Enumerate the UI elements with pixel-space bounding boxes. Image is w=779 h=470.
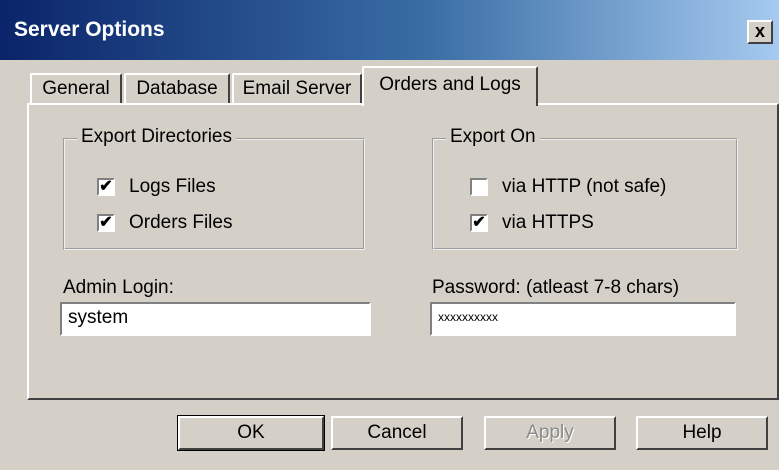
password-input[interactable]: xxxxxxxxxx [430, 302, 736, 336]
logs-files-label: Logs Files [129, 176, 216, 197]
export-on-title: Export On [446, 126, 540, 148]
admin-login-input[interactable]: system [60, 302, 371, 336]
password-label: Password: (atleast 7-8 chars) [432, 277, 680, 298]
tab-email-server[interactable]: Email Server [232, 73, 362, 103]
tab-orders-and-logs-label: Orders and Logs [379, 74, 521, 95]
close-button[interactable]: x [747, 20, 773, 44]
tab-email-server-label: Email Server [242, 78, 352, 99]
ok-button-label: OK [237, 422, 265, 443]
via-http-checkbox[interactable] [470, 178, 488, 196]
export-directories-title: Export Directories [77, 126, 236, 148]
tab-general-label: General [42, 78, 110, 99]
help-button-label: Help [682, 422, 722, 443]
title-bar: Server Options x [0, 0, 779, 60]
help-button[interactable]: Help [636, 416, 768, 450]
tab-general[interactable]: General [30, 73, 122, 103]
cancel-button[interactable]: Cancel [331, 416, 463, 450]
tab-panel-orders-and-logs: Export Directories ✔ Logs Files ✔ Orders… [27, 103, 779, 400]
window-title: Server Options [14, 18, 165, 41]
via-https-label: via HTTPS [502, 212, 594, 233]
tab-orders-and-logs[interactable]: Orders and Logs [362, 66, 538, 106]
cancel-button-label: Cancel [367, 422, 427, 443]
apply-button[interactable]: Apply [484, 416, 616, 450]
admin-login-label: Admin Login: [63, 277, 174, 298]
via-https-checkbox[interactable]: ✔ [470, 214, 488, 232]
orders-files-label: Orders Files [129, 212, 233, 233]
logs-files-checkbox[interactable]: ✔ [97, 178, 115, 196]
export-directories-group: Export Directories ✔ Logs Files ✔ Orders… [63, 126, 365, 250]
orders-files-checkbox[interactable]: ✔ [97, 214, 115, 232]
close-icon: x [754, 21, 765, 41]
via-http-label: via HTTP (not safe) [502, 176, 667, 197]
tab-database[interactable]: Database [124, 73, 230, 103]
apply-button-label: Apply [526, 422, 574, 443]
ok-button[interactable]: OK [177, 415, 325, 451]
export-on-group: Export On via HTTP (not safe) ✔ via HTTP… [432, 126, 738, 250]
tab-database-label: Database [136, 78, 218, 99]
